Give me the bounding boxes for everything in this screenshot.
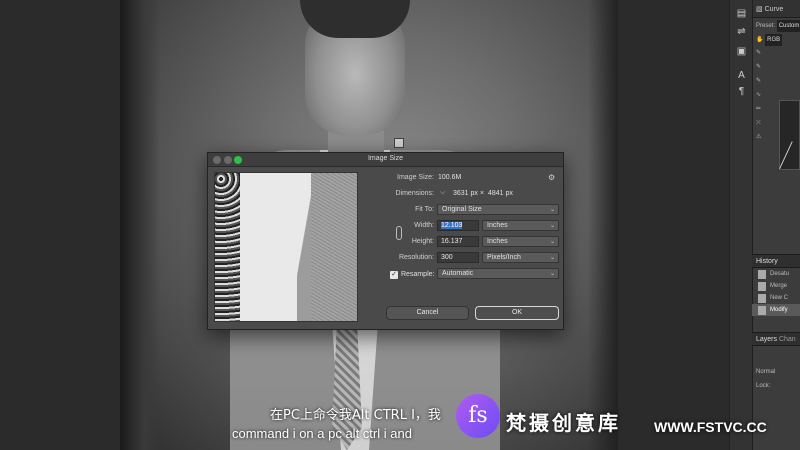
preview-pattern: [215, 173, 240, 321]
resolution-input[interactable]: 300: [437, 252, 479, 263]
eyedropper-white-icon[interactable]: ✎: [753, 74, 800, 88]
width-input[interactable]: 12.103: [437, 220, 479, 231]
image-size-dialog: Image Size ⚙ Image Size: 100.6M Dimensio…: [207, 152, 564, 330]
history-panel-header[interactable]: History: [752, 254, 800, 268]
resolution-unit-select[interactable]: Pixels/Inch ⌄: [482, 252, 559, 263]
preset-label: Preset:: [756, 23, 776, 29]
layers-panel-header: Layers Chan: [752, 332, 800, 346]
document-icon: [758, 306, 766, 315]
subtitle-chinese: 在PC上命令我Alt CTRL I，我: [270, 408, 441, 423]
history-item[interactable]: Merge: [752, 280, 800, 292]
width-unit-select[interactable]: Inches ⌄: [482, 220, 559, 231]
width-label: Width:: [414, 222, 434, 229]
dimensions-x: ×: [480, 190, 485, 197]
document-icon: [758, 270, 766, 279]
hand-icon[interactable]: ✋: [756, 37, 763, 43]
watermark-url: WWW.FSTVC.CC: [654, 419, 767, 435]
history-item-active[interactable]: Modify: [752, 304, 800, 316]
tab-channels[interactable]: Chan: [779, 336, 796, 343]
image-size-value: 100.6M: [438, 174, 462, 181]
subtitle-english: command i on a pc alt ctrl i and: [232, 426, 412, 441]
dimensions-label: Dimensions:: [395, 190, 434, 197]
preset-select[interactable]: Custom: [776, 20, 800, 32]
chevron-down-icon: ⌄: [549, 255, 555, 261]
type-icon[interactable]: A: [735, 70, 748, 82]
gear-icon[interactable]: ⚙: [548, 173, 555, 182]
lock-label: Lock:: [756, 383, 771, 389]
resample-label: Resample:: [401, 271, 435, 278]
image-size-label: Image Size:: [397, 174, 434, 181]
fit-to-select[interactable]: Original Size ⌄: [437, 204, 559, 215]
dimensions-width: 3631 px: [453, 190, 478, 197]
dialog-titlebar[interactable]: Image Size: [208, 153, 563, 167]
brush-preset-icon[interactable]: ▤: [735, 8, 748, 20]
channel-row: ✋ RGB: [753, 32, 800, 46]
history-item[interactable]: Desatu: [752, 268, 800, 280]
panel-toolstrip: ▤ ⇌ ▣ A ¶: [729, 0, 752, 450]
dialog-title: Image Size: [367, 155, 404, 162]
crop-handle-icon[interactable]: [394, 138, 404, 148]
paragraph-icon[interactable]: ¶: [735, 86, 748, 98]
history-item[interactable]: New C: [752, 292, 800, 304]
clone-source-icon[interactable]: ▣: [735, 46, 748, 58]
height-input[interactable]: 16.137: [437, 236, 479, 247]
watermark-logo: fs: [456, 394, 500, 438]
eyedropper-black-icon[interactable]: ✎: [753, 46, 800, 60]
adjust-icon[interactable]: ⇌: [735, 26, 748, 38]
dimensions-units-chevron-icon[interactable]: ⌵: [440, 189, 445, 197]
chevron-down-icon: ⌄: [549, 239, 555, 245]
channel-select[interactable]: RGB: [765, 34, 783, 46]
document-icon: [758, 282, 766, 291]
resample-checkbox[interactable]: ✓: [390, 271, 398, 279]
fit-to-label: Fit To:: [415, 206, 434, 213]
properties-tab[interactable]: ▧ Curve: [753, 0, 800, 18]
preset-row: Preset: Custom: [753, 18, 800, 32]
preview-jacket: [311, 173, 357, 321]
photo-grunge-edge-right: [588, 0, 618, 450]
chevron-down-icon: ⌄: [549, 223, 555, 229]
photo-grunge-edge-left: [120, 0, 160, 450]
watermark-brand-name: 梵摄创意库: [506, 411, 621, 435]
document-icon: [758, 294, 766, 303]
blend-mode-select[interactable]: Normal: [752, 366, 800, 378]
eyedropper-gray-icon[interactable]: ✎: [753, 60, 800, 74]
height-label: Height:: [411, 238, 434, 245]
cancel-button[interactable]: Cancel: [386, 306, 469, 320]
tab-layers[interactable]: Layers: [756, 336, 777, 343]
chevron-down-icon: ⌄: [549, 207, 555, 213]
image-preview[interactable]: [214, 172, 358, 322]
curves-graph[interactable]: [779, 100, 800, 170]
ok-button[interactable]: OK: [475, 306, 559, 320]
height-unit-select[interactable]: Inches ⌄: [482, 236, 559, 247]
dimensions-height: 4841 px: [488, 190, 513, 197]
chevron-down-icon: ⌄: [549, 271, 555, 277]
resolution-label: Resolution:: [398, 254, 434, 261]
resample-select[interactable]: Automatic ⌄: [437, 268, 559, 279]
